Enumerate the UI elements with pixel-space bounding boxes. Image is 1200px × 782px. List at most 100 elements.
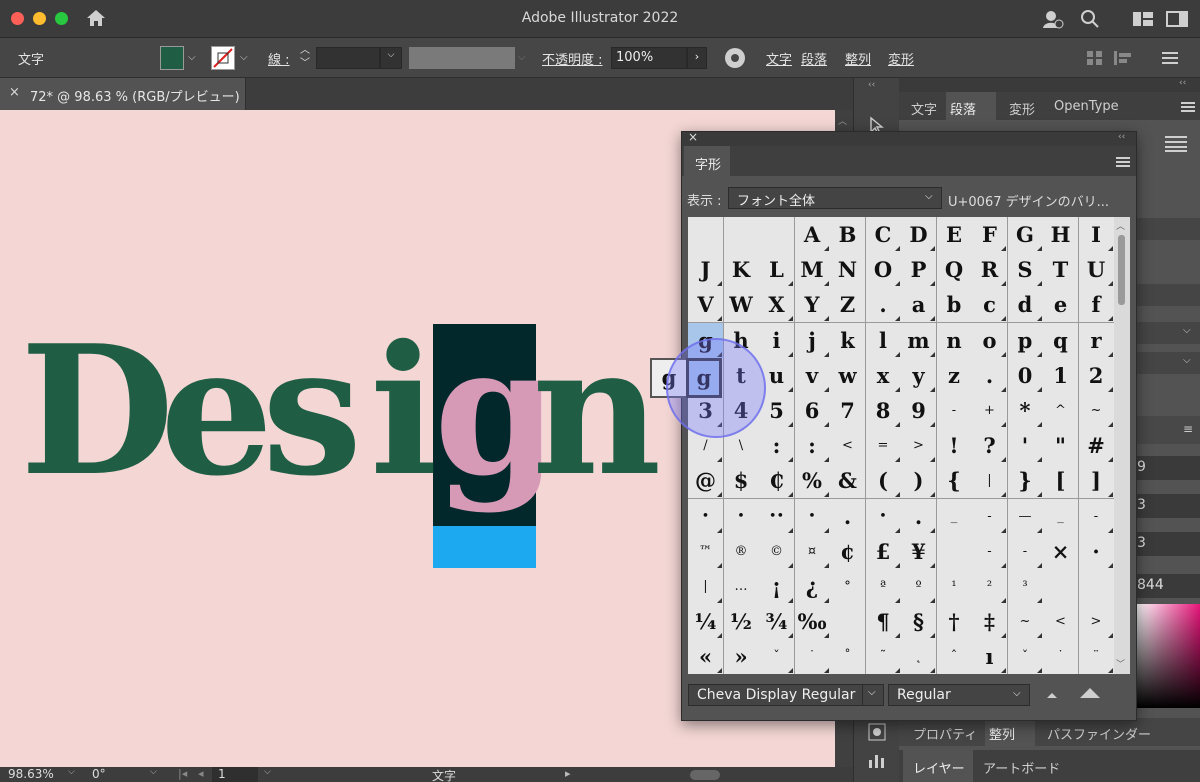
design-letter-i[interactable]: i bbox=[370, 322, 438, 500]
glyph-cell[interactable] bbox=[1043, 569, 1079, 605]
chevron-down-icon[interactable]: ⌵ bbox=[264, 767, 271, 777]
glyph-cell[interactable]: " bbox=[1043, 428, 1079, 465]
menu-icon[interactable] bbox=[1181, 101, 1195, 113]
glyph-cell[interactable]: « bbox=[688, 639, 724, 674]
glyph-cell[interactable]: . bbox=[972, 357, 1008, 394]
glyph-cell[interactable]: : bbox=[794, 428, 831, 465]
glyph-cell[interactable]: ~ bbox=[1007, 604, 1044, 641]
show-dropdown[interactable]: フォント全体 ⌵ bbox=[728, 187, 942, 209]
glyph-cell[interactable]: _ bbox=[936, 498, 973, 535]
glyph-grid[interactable]: ABCDEFGHIJKLMNOPQRSTUVWXYZ.abcdefghijklm… bbox=[688, 217, 1114, 674]
glyph-cell[interactable]: w bbox=[830, 357, 866, 394]
glyph-cell[interactable]: • bbox=[865, 498, 902, 535]
glyph-cell[interactable]: ˇ bbox=[1007, 639, 1044, 674]
glyph-cell[interactable]: b bbox=[936, 287, 973, 324]
glyph-cell[interactable]: e bbox=[1043, 287, 1079, 324]
glyph-cell[interactable]: º bbox=[901, 569, 937, 605]
glyph-cell[interactable]: | bbox=[688, 569, 724, 605]
search-icon[interactable] bbox=[1080, 9, 1100, 29]
glyph-cell[interactable]: ˙ bbox=[794, 639, 831, 674]
glyph-cell[interactable]: ) bbox=[901, 463, 937, 500]
font-family-dropdown[interactable]: Cheva Display Regular bbox=[688, 684, 884, 706]
chevron-down-icon[interactable]: ⌵ bbox=[150, 767, 157, 777]
panels-icon[interactable] bbox=[1166, 11, 1188, 27]
glyph-cell[interactable]: y bbox=[901, 357, 937, 394]
glyph-cell[interactable]: ı bbox=[972, 639, 1008, 674]
glyph-cell[interactable]: L bbox=[759, 252, 795, 289]
glyph-cell[interactable]: @ bbox=[688, 463, 724, 500]
glyph-cell[interactable]: . bbox=[830, 498, 866, 535]
glyph-cell[interactable]: ¼ bbox=[688, 604, 724, 641]
link-paragraph[interactable]: 段落 bbox=[801, 49, 827, 68]
glyph-cell[interactable]: N bbox=[830, 252, 866, 289]
glyph-cell[interactable]: ˛ bbox=[901, 639, 937, 674]
zoom-out-glyph-icon[interactable] bbox=[1044, 690, 1060, 700]
glyph-cell[interactable]: F bbox=[972, 217, 1008, 253]
glyph-cell[interactable]: ˜ bbox=[865, 639, 902, 674]
grid-icon[interactable] bbox=[1086, 50, 1104, 66]
glyph-cell[interactable]: _ bbox=[1043, 498, 1079, 535]
glyph-cell[interactable]: U bbox=[1078, 252, 1114, 289]
opacity-field[interactable]: 100% bbox=[611, 47, 687, 69]
glyph-cell[interactable]: ° bbox=[830, 569, 866, 605]
glyph-cell[interactable]: * bbox=[1007, 393, 1044, 429]
glyph-cell[interactable]: < bbox=[1043, 604, 1079, 641]
glyph-cell[interactable]: r bbox=[1078, 322, 1114, 359]
tab-align[interactable]: 整列 bbox=[985, 718, 1035, 746]
glyph-cell[interactable]: > bbox=[1078, 604, 1114, 641]
tab-artboards[interactable]: アートボード bbox=[983, 758, 1060, 777]
link-align[interactable]: 整列 bbox=[845, 49, 871, 68]
tab-properties[interactable]: プロパティ bbox=[913, 724, 977, 743]
glyph-cell[interactable]: † bbox=[936, 604, 973, 641]
glyph-cell[interactable]: ¿ bbox=[794, 569, 831, 605]
glyph-cell[interactable]: J bbox=[688, 252, 724, 289]
glyph-cell[interactable]: q bbox=[1043, 322, 1079, 359]
glyph-cell[interactable]: } bbox=[1007, 463, 1044, 500]
glyph-cell[interactable] bbox=[830, 604, 866, 641]
stroke-label[interactable]: 線 : bbox=[268, 49, 290, 68]
glyph-cell[interactable]: · bbox=[1078, 533, 1114, 570]
recolor-icon[interactable] bbox=[724, 47, 746, 69]
glyph-cell[interactable]: # bbox=[1078, 428, 1114, 465]
glyph-cell[interactable]: p bbox=[1007, 322, 1044, 359]
glyph-cell[interactable]: | bbox=[972, 463, 1008, 500]
design-letter-e[interactable]: e bbox=[160, 322, 273, 500]
para-dropdown-1[interactable]: ⌵ bbox=[1137, 322, 1200, 344]
glyph-cell[interactable]: O bbox=[865, 252, 902, 289]
glyph-cell[interactable]: R bbox=[972, 252, 1008, 289]
glyph-cell[interactable] bbox=[936, 533, 973, 570]
glyph-cell[interactable]: ¡ bbox=[759, 569, 795, 605]
glyph-cell[interactable]: v bbox=[794, 357, 831, 394]
workspace-icon[interactable] bbox=[1132, 11, 1154, 27]
glyph-cell[interactable]: ( bbox=[865, 463, 902, 500]
chevron-up-icon[interactable]: ︿ bbox=[1116, 219, 1125, 232]
glyph-cell[interactable]: x bbox=[865, 357, 902, 394]
glyph-cell[interactable]: - bbox=[936, 393, 973, 429]
glyph-cell[interactable]: ¹ bbox=[936, 569, 973, 605]
glyph-cell[interactable]: + bbox=[972, 393, 1008, 429]
design-letter-d[interactable]: D bbox=[20, 322, 174, 500]
tab-layers[interactable]: レイヤー bbox=[903, 750, 973, 782]
horizontal-scroll-thumb[interactable] bbox=[690, 770, 720, 780]
glyph-cell[interactable]: ½ bbox=[723, 604, 760, 641]
glyph-cell[interactable]: •• bbox=[759, 498, 795, 535]
glyph-cell[interactable]: 0 bbox=[1007, 357, 1044, 394]
glyph-cell[interactable]: ˙ bbox=[1043, 639, 1079, 674]
glyph-cell[interactable]: V bbox=[688, 287, 724, 324]
collapse-icon[interactable]: ‹‹ bbox=[1179, 78, 1186, 88]
glyph-cell[interactable]: ‰ bbox=[794, 604, 831, 641]
glyph-cell[interactable]: a bbox=[901, 287, 937, 324]
document-tab[interactable]: × 72* @ 98.63 % (RGB/プレビュー) bbox=[0, 78, 246, 110]
glyph-cell[interactable]: < bbox=[830, 428, 866, 465]
glyph-cell[interactable]: o bbox=[972, 322, 1008, 359]
zoom-value[interactable]: 98.63% bbox=[8, 767, 54, 781]
glyph-cell[interactable]: S bbox=[1007, 252, 1044, 289]
tab-glyphs[interactable]: 字形 bbox=[684, 146, 730, 176]
glyph-cell[interactable]: ! bbox=[936, 428, 973, 465]
tab-opentype[interactable]: OpenType bbox=[1054, 99, 1119, 114]
glyph-cell[interactable]: f bbox=[1078, 287, 1114, 324]
collapse-icon[interactable]: ‹‹ bbox=[1118, 132, 1125, 142]
glyph-cell[interactable]: E bbox=[936, 217, 973, 253]
properties-panel-icon[interactable] bbox=[866, 722, 888, 742]
color-picker-field[interactable] bbox=[1137, 604, 1200, 708]
